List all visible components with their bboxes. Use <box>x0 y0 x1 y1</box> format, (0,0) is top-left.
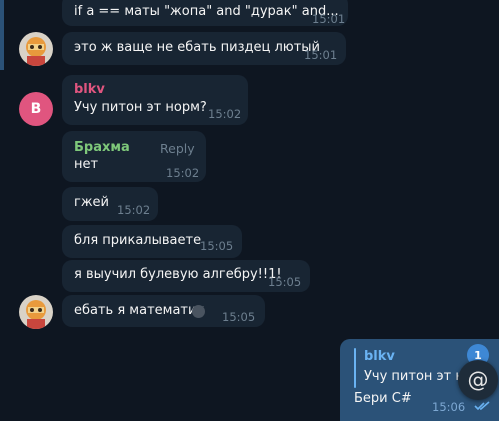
chat-selection-indicator <box>0 0 4 70</box>
message-bubble[interactable]: я выучил булевую алгебру!!1! 15:05 <box>62 260 310 292</box>
double-check-icon <box>474 401 490 411</box>
message-bubble[interactable]: бля прикалываете 15:05 <box>62 225 242 258</box>
message-bubble[interactable]: гжей 15:02 <box>62 187 158 221</box>
quote-sender[interactable]: blkv <box>364 348 395 366</box>
message-text: ебать я математик <box>74 303 205 318</box>
message-bubble[interactable]: ебать я математик 15:05 <box>62 295 265 327</box>
avatar-blkv[interactable]: B <box>19 92 53 126</box>
quote-bar <box>354 348 356 388</box>
reply-button[interactable]: Reply <box>160 140 195 158</box>
mentions-button[interactable]: @ <box>458 360 498 400</box>
avatar-image <box>19 295 53 329</box>
avatar-image <box>19 32 53 66</box>
message-text: Учу питон эт норм? <box>74 100 207 115</box>
message-time: 15:02 <box>117 203 151 217</box>
message-bubble[interactable]: это ж ваще не ебать пиздец лютый 15:01 <box>62 32 346 65</box>
message-time: 15:05 <box>268 275 302 289</box>
message-bubble[interactable]: if a == маты "жопа" and "дурак" and... 1… <box>62 0 348 26</box>
message-bubble[interactable]: blkv Учу питон эт норм? 15:02 <box>62 75 248 125</box>
message-text: Бери C# <box>354 391 412 406</box>
message-time: 15:02 <box>208 107 242 121</box>
message-text: гжей <box>74 195 109 210</box>
message-time: 15:01 <box>312 12 346 26</box>
quote-text[interactable]: Учу питон эт но <box>364 368 472 386</box>
message-time: 15:05 <box>200 239 234 253</box>
at-icon: @ <box>467 368 489 392</box>
sender-name[interactable]: blkv <box>74 81 105 99</box>
message-time: 15:06 <box>432 400 466 414</box>
message-text: нет <box>74 157 99 172</box>
sender-name[interactable]: Брахма <box>74 139 130 157</box>
message-time: 15:02 <box>166 166 200 180</box>
message-text: это ж ваще не ебать пиздец лютый <box>74 40 320 55</box>
emoji-icon <box>192 305 205 318</box>
message-text: бля прикалываете <box>74 233 202 248</box>
message-time: 15:05 <box>222 310 256 324</box>
message-time: 15:01 <box>304 48 338 62</box>
message-text: if a == маты "жопа" and "дурак" and... <box>74 4 339 19</box>
message-bubble[interactable]: Брахма Reply нет 15:02 <box>62 131 206 182</box>
avatar[interactable] <box>19 32 53 66</box>
message-text: я выучил булевую алгебру!!1! <box>74 267 282 282</box>
avatar[interactable] <box>19 295 53 329</box>
